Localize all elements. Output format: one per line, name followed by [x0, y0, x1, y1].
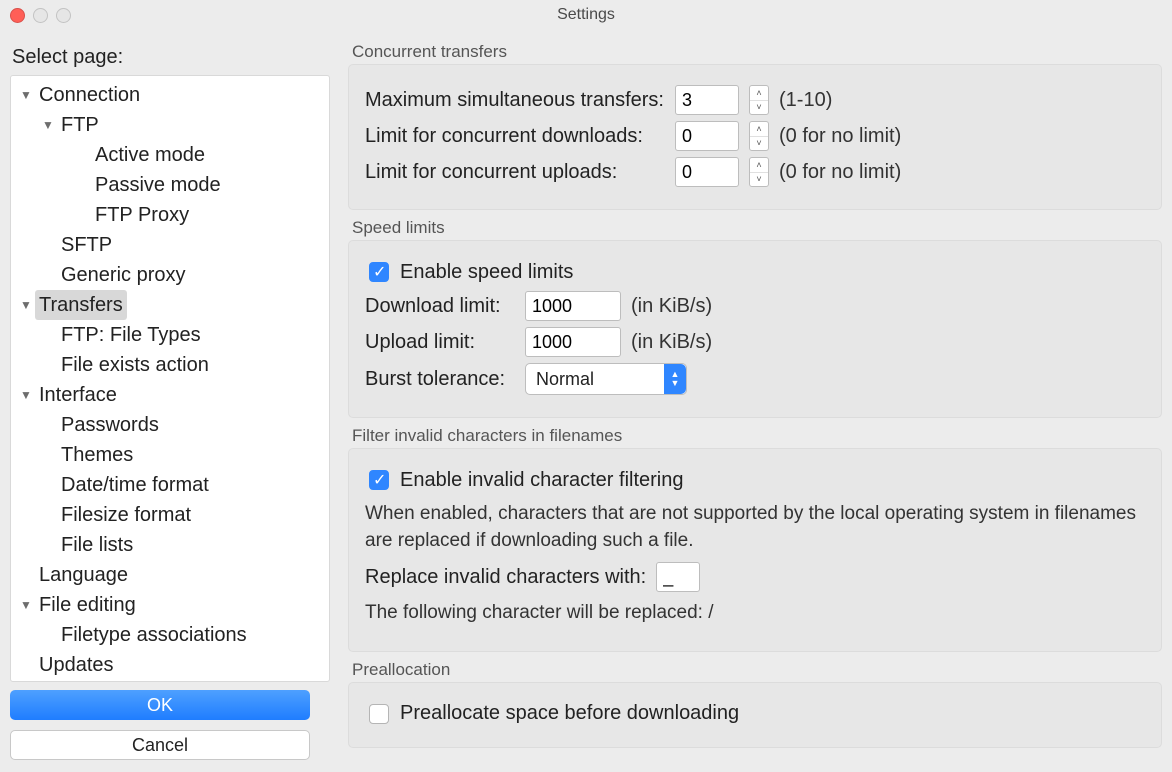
replace-char-label: Replace invalid characters with:	[365, 566, 646, 589]
enable-filter-checkbox[interactable]	[369, 470, 389, 490]
preallocate-label: Preallocate space before downloading	[400, 702, 739, 725]
close-icon[interactable]	[10, 8, 25, 23]
tree-item-language[interactable]: Language	[11, 560, 329, 590]
chevron-down-icon[interactable]	[17, 80, 35, 110]
tree-item-passive-mode[interactable]: Passive mode	[11, 170, 329, 200]
chevron-down-icon[interactable]: ˅	[750, 137, 768, 151]
upload-limit-input[interactable]	[525, 327, 621, 357]
tree-item-generic-proxy[interactable]: Generic proxy	[11, 260, 329, 290]
download-limit-unit: (in KiB/s)	[631, 295, 712, 318]
chevron-down-icon[interactable]	[17, 380, 35, 410]
body: Select page: Connection FTP Active mode …	[0, 30, 1172, 770]
tree-item-filesize-format[interactable]: Filesize format	[11, 500, 329, 530]
group-title-concurrent: Concurrent transfers	[352, 42, 1162, 62]
concurrent-dl-stepper[interactable]: ˄˅	[749, 121, 769, 151]
chevron-down-icon[interactable]	[39, 110, 57, 140]
cancel-button[interactable]: Cancel	[10, 730, 310, 760]
sidebar: Select page: Connection FTP Active mode …	[0, 30, 330, 770]
concurrent-dl-hint: (0 for no limit)	[779, 125, 901, 148]
preallocate-checkbox[interactable]	[369, 704, 389, 724]
tree-item-transfers[interactable]: Transfers	[11, 290, 329, 320]
group-title-prealloc: Preallocation	[352, 660, 1162, 680]
concurrent-ul-label: Limit for concurrent uploads:	[365, 161, 665, 184]
group-filter: Enable invalid character filtering When …	[348, 448, 1162, 652]
upload-limit-label: Upload limit:	[365, 331, 515, 354]
settings-window: Settings Select page: Connection FTP Act…	[0, 0, 1172, 772]
tree-item-interface[interactable]: Interface	[11, 380, 329, 410]
tree-item-active-mode[interactable]: Active mode	[11, 140, 329, 170]
filter-description: When enabled, characters that are not su…	[365, 501, 1145, 554]
enable-speed-limits-checkbox[interactable]	[369, 262, 389, 282]
group-concurrent: Maximum simultaneous transfers: ˄˅ (1-10…	[348, 64, 1162, 210]
enable-filter[interactable]: Enable invalid character filtering	[365, 467, 1145, 493]
max-transfers-label: Maximum simultaneous transfers:	[365, 89, 665, 112]
tree-item-sftp[interactable]: SFTP	[11, 230, 329, 260]
tree-item-ftp[interactable]: FTP	[11, 110, 329, 140]
window-controls	[10, 8, 71, 23]
concurrent-ul-input[interactable]	[675, 157, 739, 187]
sidebar-buttons: OK Cancel	[10, 682, 330, 770]
max-transfers-input[interactable]	[675, 85, 739, 115]
tree-item-file-exists-action[interactable]: File exists action	[11, 350, 329, 380]
replace-char-input[interactable]	[656, 562, 700, 592]
ok-button[interactable]: OK	[10, 690, 310, 720]
chevron-down-icon[interactable]: ˅	[750, 101, 768, 115]
replaced-characters-text: The following character will be replaced…	[365, 600, 1145, 627]
preallocate[interactable]: Preallocate space before downloading	[365, 701, 1145, 727]
updown-icon: ▲▼	[664, 364, 686, 394]
window-title: Settings	[557, 6, 615, 23]
chevron-up-icon[interactable]: ˄	[750, 158, 768, 173]
tree-item-updates[interactable]: Updates	[11, 650, 329, 680]
page-tree[interactable]: Connection FTP Active mode Passive mode …	[10, 75, 330, 682]
concurrent-ul-stepper[interactable]: ˄˅	[749, 157, 769, 187]
download-limit-label: Download limit:	[365, 295, 515, 318]
group-prealloc: Preallocate space before downloading	[348, 682, 1162, 748]
tree-item-logging[interactable]: Logging	[11, 680, 329, 681]
content: Concurrent transfers Maximum simultaneou…	[330, 30, 1172, 770]
enable-filter-label: Enable invalid character filtering	[400, 469, 684, 492]
burst-tolerance-label: Burst tolerance:	[365, 368, 515, 391]
tree-item-ftp-file-types[interactable]: FTP: File Types	[11, 320, 329, 350]
enable-speed-limits[interactable]: Enable speed limits	[365, 259, 1145, 285]
maximize-icon[interactable]	[56, 8, 71, 23]
titlebar: Settings	[0, 0, 1172, 30]
chevron-up-icon[interactable]: ˄	[750, 122, 768, 137]
chevron-down-icon[interactable]	[17, 590, 35, 620]
max-transfers-hint: (1-10)	[779, 89, 832, 112]
download-limit-input[interactable]	[525, 291, 621, 321]
chevron-down-icon[interactable]: ˅	[750, 173, 768, 187]
max-transfers-stepper[interactable]: ˄˅	[749, 85, 769, 115]
tree-item-file-lists[interactable]: File lists	[11, 530, 329, 560]
tree-item-connection[interactable]: Connection	[11, 80, 329, 110]
sidebar-heading: Select page:	[12, 46, 330, 69]
enable-speed-limits-label: Enable speed limits	[400, 261, 573, 284]
chevron-down-icon[interactable]	[17, 290, 35, 320]
tree-item-date-time-format[interactable]: Date/time format	[11, 470, 329, 500]
concurrent-ul-hint: (0 for no limit)	[779, 161, 901, 184]
tree-item-themes[interactable]: Themes	[11, 440, 329, 470]
tree-item-file-editing[interactable]: File editing	[11, 590, 329, 620]
group-title-speed: Speed limits	[352, 218, 1162, 238]
tree-item-filetype-assoc[interactable]: Filetype associations	[11, 620, 329, 650]
minimize-icon[interactable]	[33, 8, 48, 23]
concurrent-dl-label: Limit for concurrent downloads:	[365, 125, 665, 148]
concurrent-dl-input[interactable]	[675, 121, 739, 151]
tree-item-ftp-proxy[interactable]: FTP Proxy	[11, 200, 329, 230]
group-speed: Enable speed limits Download limit: (in …	[348, 240, 1162, 418]
upload-limit-unit: (in KiB/s)	[631, 331, 712, 354]
chevron-up-icon[interactable]: ˄	[750, 86, 768, 101]
burst-tolerance-value: Normal	[536, 369, 664, 390]
burst-tolerance-select[interactable]: Normal ▲▼	[525, 363, 687, 395]
tree-item-passwords[interactable]: Passwords	[11, 410, 329, 440]
group-title-filter: Filter invalid characters in filenames	[352, 426, 1162, 446]
